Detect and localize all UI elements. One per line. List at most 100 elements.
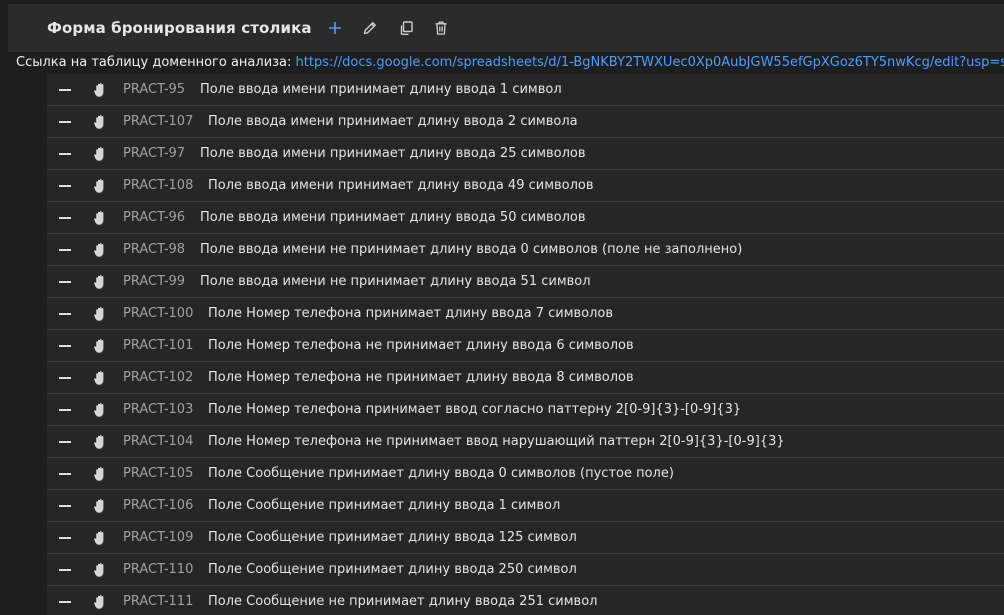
case-id[interactable]: PRACT-97: [123, 146, 200, 161]
case-title[interactable]: Поле Номер телефона не принимает длину в…: [208, 370, 634, 385]
minus-icon[interactable]: [59, 280, 71, 283]
minus-icon[interactable]: [59, 472, 71, 475]
minus-icon[interactable]: [59, 152, 71, 155]
case-title[interactable]: Поле ввода имени не принимает длину ввод…: [200, 242, 742, 257]
minus-icon[interactable]: [59, 600, 71, 603]
test-case-row[interactable]: PRACT-104 Поле Номер телефона не принимае…: [47, 426, 1004, 458]
test-case-row[interactable]: PRACT-110 Поле Сообщение принимает длину …: [47, 554, 1004, 586]
test-case-row[interactable]: PRACT-101 Поле Номер телефона не принимае…: [47, 330, 1004, 362]
case-id[interactable]: PRACT-109: [123, 530, 208, 545]
case-title[interactable]: Поле Сообщение принимает длину ввода 0 с…: [208, 466, 674, 481]
test-case-row[interactable]: PRACT-107 Поле ввода имени принимает длин…: [47, 106, 1004, 138]
case-title[interactable]: Поле Сообщение не принимает длину ввода …: [208, 594, 597, 609]
copy-icon: [400, 21, 413, 35]
hand-icon[interactable]: [93, 530, 107, 546]
hand-icon[interactable]: [93, 434, 107, 450]
test-case-row[interactable]: PRACT-96 Поле ввода имени принимает длину…: [47, 202, 1004, 234]
case-title[interactable]: Поле Сообщение принимает длину ввода 125…: [208, 530, 577, 545]
case-title[interactable]: Поле ввода имени принимает длину ввода 2…: [208, 114, 578, 129]
case-id[interactable]: PRACT-108: [123, 178, 208, 193]
test-case-row[interactable]: PRACT-109 Поле Сообщение принимает длину …: [47, 522, 1004, 554]
clone-suite-button[interactable]: [396, 18, 416, 38]
hand-icon[interactable]: [93, 498, 107, 514]
minus-icon[interactable]: [59, 184, 71, 187]
test-case-row[interactable]: PRACT-108 Поле ввода имени принимает длин…: [47, 170, 1004, 202]
hand-icon[interactable]: [93, 114, 107, 130]
case-title[interactable]: Поле Сообщение принимает длину ввода 1 с…: [208, 498, 560, 513]
minus-icon[interactable]: [59, 344, 71, 347]
suite-header: Форма бронирования столика: [8, 4, 1004, 52]
test-case-row[interactable]: PRACT-103 Поле Номер телефона принимает в…: [47, 394, 1004, 426]
plus-icon: [328, 22, 341, 34]
case-id[interactable]: PRACT-106: [123, 498, 208, 513]
trash-icon: [435, 21, 447, 35]
hand-icon[interactable]: [93, 562, 107, 578]
hand-icon[interactable]: [93, 242, 107, 258]
spreadsheet-link[interactable]: https://docs.google.com/spreadsheets/d/1…: [296, 55, 1004, 70]
minus-icon[interactable]: [59, 312, 71, 315]
minus-icon[interactable]: [59, 408, 71, 411]
hand-icon[interactable]: [93, 82, 107, 98]
test-case-row[interactable]: PRACT-106 Поле Сообщение принимает длину …: [47, 490, 1004, 522]
case-id[interactable]: PRACT-107: [123, 114, 208, 129]
case-title[interactable]: Поле ввода имени принимает длину ввода 1…: [200, 82, 562, 97]
test-case-row[interactable]: PRACT-99 Поле ввода имени не принимает дл…: [47, 266, 1004, 298]
case-id[interactable]: PRACT-111: [123, 594, 208, 609]
test-case-row[interactable]: PRACT-98 Поле ввода имени не принимает дл…: [47, 234, 1004, 266]
suite-description: Ссылка на таблицу доменного анализа: htt…: [16, 54, 1004, 72]
minus-icon[interactable]: [59, 440, 71, 443]
description-label: Ссылка на таблицу доменного анализа:: [16, 55, 292, 70]
minus-icon[interactable]: [59, 216, 71, 219]
case-id[interactable]: PRACT-110: [123, 562, 208, 577]
test-case-list: PRACT-95 Поле ввода имени принимает длину…: [47, 74, 1004, 615]
case-id[interactable]: PRACT-99: [123, 274, 200, 289]
case-id[interactable]: PRACT-104: [123, 434, 208, 449]
hand-icon[interactable]: [93, 338, 107, 354]
case-title[interactable]: Поле ввода имени принимает длину ввода 5…: [200, 210, 586, 225]
minus-icon[interactable]: [59, 376, 71, 379]
test-case-row[interactable]: PRACT-97 Поле ввода имени принимает длину…: [47, 138, 1004, 170]
minus-icon[interactable]: [59, 568, 71, 571]
case-title[interactable]: Поле Номер телефона принимает длину ввод…: [208, 306, 613, 321]
case-title[interactable]: Поле Номер телефона принимает ввод согла…: [208, 402, 741, 417]
case-title[interactable]: Поле ввода имени принимает длину ввода 4…: [208, 178, 594, 193]
hand-icon[interactable]: [93, 370, 107, 386]
case-title[interactable]: Поле ввода имени принимает длину ввода 2…: [200, 146, 586, 161]
minus-icon[interactable]: [59, 536, 71, 539]
hand-icon[interactable]: [93, 402, 107, 418]
case-id[interactable]: PRACT-95: [123, 82, 200, 97]
case-title[interactable]: Поле Номер телефона не принимает длину в…: [208, 338, 634, 353]
case-id[interactable]: PRACT-96: [123, 210, 200, 225]
hand-icon[interactable]: [93, 146, 107, 162]
case-id[interactable]: PRACT-101: [123, 338, 208, 353]
test-case-row[interactable]: PRACT-102 Поле Номер телефона не принимае…: [47, 362, 1004, 394]
add-case-button[interactable]: [325, 18, 345, 38]
delete-suite-button[interactable]: [431, 18, 451, 38]
edit-suite-button[interactable]: [360, 18, 380, 38]
pencil-icon: [363, 22, 376, 35]
hand-icon[interactable]: [93, 210, 107, 226]
minus-icon[interactable]: [59, 248, 71, 251]
test-case-row[interactable]: PRACT-95 Поле ввода имени принимает длину…: [47, 74, 1004, 106]
suite-title: Форма бронирования столика: [47, 19, 312, 37]
minus-icon[interactable]: [59, 120, 71, 123]
minus-icon[interactable]: [59, 504, 71, 507]
hand-icon[interactable]: [93, 178, 107, 194]
case-id[interactable]: PRACT-98: [123, 242, 200, 257]
test-case-row[interactable]: PRACT-105 Поле Сообщение принимает длину …: [47, 458, 1004, 490]
test-case-row[interactable]: PRACT-100 Поле Номер телефона принимает д…: [47, 298, 1004, 330]
hand-icon[interactable]: [93, 466, 107, 482]
case-id[interactable]: PRACT-105: [123, 466, 208, 481]
test-suite-view: Форма бронирования столика Ссылка на таб…: [0, 0, 1004, 615]
hand-icon[interactable]: [93, 274, 107, 290]
case-id[interactable]: PRACT-100: [123, 306, 208, 321]
test-case-row[interactable]: PRACT-111 Поле Сообщение не принимает дли…: [47, 586, 1004, 615]
hand-icon[interactable]: [93, 594, 107, 610]
case-title[interactable]: Поле ввода имени не принимает длину ввод…: [200, 274, 591, 289]
case-id[interactable]: PRACT-102: [123, 370, 208, 385]
case-id[interactable]: PRACT-103: [123, 402, 208, 417]
case-title[interactable]: Поле Номер телефона не принимает ввод на…: [208, 434, 785, 449]
hand-icon[interactable]: [93, 306, 107, 322]
case-title[interactable]: Поле Сообщение принимает длину ввода 250…: [208, 562, 577, 577]
minus-icon[interactable]: [59, 88, 71, 91]
